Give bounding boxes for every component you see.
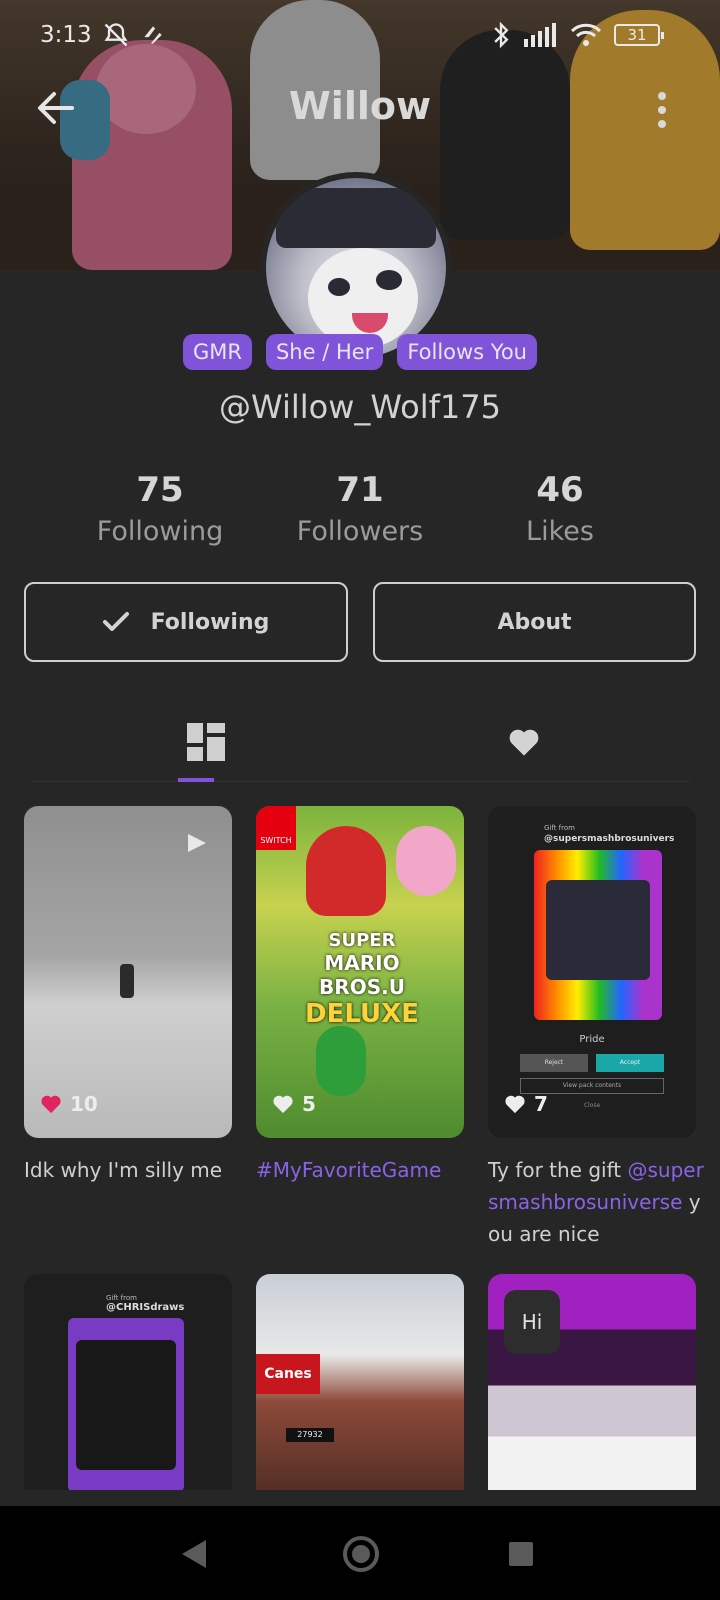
profile-stats: 75 Following 71 Followers 46 Likes (60, 470, 660, 547)
post-likes: 10 (40, 1092, 98, 1116)
heart-icon (505, 1095, 525, 1114)
play-icon (188, 834, 206, 852)
game-title-line-3: DELUXE (305, 999, 419, 1029)
post-likes-count: 10 (70, 1092, 98, 1116)
content-tabs (30, 700, 690, 782)
tab-posts[interactable] (176, 712, 236, 772)
gift-from-label: Gift from (544, 824, 575, 832)
grid-icon (187, 723, 225, 761)
about-button[interactable]: About (373, 582, 696, 662)
stat-following-label: Following (96, 516, 224, 547)
stat-following-value: 75 (136, 470, 184, 510)
mario-figure (306, 826, 386, 916)
tag-follows-you: Follows You (397, 334, 537, 370)
peach-figure (396, 826, 456, 896)
luigi-figure (316, 1026, 366, 1096)
heart-icon (273, 1095, 293, 1114)
status-time: 3:13 (40, 22, 92, 48)
gift-from-label: Gift from (106, 1294, 137, 1302)
avatar-eye-right (376, 270, 402, 290)
gift-from-user: @supersmashbrosunivers (544, 834, 675, 844)
reject-button: Reject (520, 1054, 588, 1072)
mute-icon (104, 23, 128, 47)
about-button-label: About (497, 609, 572, 635)
profile-handle: @Willow_Wolf175 (219, 388, 501, 426)
tab-indicator (178, 778, 214, 782)
post-likes-count: 7 (534, 1092, 548, 1116)
store-number: 27932 (286, 1428, 334, 1442)
post-thumbnail[interactable]: Gift from @supersmashbrosunivers Pride R… (488, 806, 696, 1138)
system-nav-bar (0, 1506, 720, 1600)
post-thumbnail[interactable]: 10 (24, 806, 232, 1138)
heart-icon (509, 729, 539, 756)
following-button-label: Following (150, 609, 270, 635)
pack-name: Pride (579, 1034, 605, 1045)
avatar-face (308, 248, 418, 348)
profile-tags: GMR She / Her Follows You (0, 334, 720, 370)
stat-followers[interactable]: 71 Followers (260, 470, 460, 547)
avatar-eye-left (328, 278, 350, 296)
nav-recents-icon[interactable] (509, 1542, 533, 1566)
post-figure (120, 964, 134, 998)
game-title-art: SUPER MARIO BROS.U DELUXE (282, 930, 442, 1029)
post-caption-text: Ty for the gift (488, 1158, 628, 1182)
stat-following[interactable]: 75 Following (60, 470, 260, 547)
post-likes: 5 (272, 1092, 316, 1116)
post-caption: Idk why I'm silly me (24, 1154, 234, 1186)
heart-icon (41, 1095, 61, 1114)
tag-gmr: GMR (182, 334, 252, 370)
post-caption: #MyFavoriteGame (256, 1154, 476, 1186)
bottom-fade (0, 1490, 720, 1506)
stat-followers-label: Followers (296, 516, 424, 547)
post-likes: 7 (504, 1092, 548, 1116)
post-caption-text: Idk why I'm silly me (24, 1158, 223, 1182)
avatar-hair (276, 188, 436, 248)
more-vert-icon[interactable] (656, 92, 668, 128)
cell-signal-icon (524, 23, 556, 47)
tab-liked[interactable] (494, 712, 554, 772)
post-likes-count: 5 (302, 1092, 316, 1116)
wifi-icon (570, 23, 602, 46)
accept-button: Accept (596, 1054, 664, 1072)
stat-likes: 46 Likes (460, 470, 660, 547)
status-bar: 3:13 31 (40, 18, 664, 52)
game-title-line-2: MARIO BROS.U (319, 951, 405, 999)
battery-icon: 31 (614, 24, 664, 46)
post-thumbnail[interactable]: Gift from @CHRISdraws (24, 1274, 232, 1506)
signal-app-icon (143, 26, 162, 44)
tag-pronouns: She / Her (265, 334, 384, 370)
stat-followers-value: 71 (336, 470, 384, 510)
text-bubble: Hi (504, 1290, 560, 1354)
battery-level: 31 (627, 26, 647, 44)
nav-back-icon[interactable] (182, 1540, 206, 1568)
post-thumbnail[interactable]: Hi (488, 1274, 696, 1506)
restaurant-sign: Canes (256, 1354, 320, 1394)
stat-likes-label: Likes (526, 516, 594, 547)
post-hashtag[interactable]: #MyFavoriteGame (256, 1158, 441, 1182)
nav-home-icon[interactable] (343, 1536, 379, 1572)
gift-from-user: @CHRISdraws (106, 1302, 185, 1313)
stat-likes-value: 46 (536, 470, 584, 510)
game-title-line-1: SUPER (328, 930, 396, 951)
post-thumbnail[interactable]: Canes 27932 (256, 1274, 464, 1506)
following-button[interactable]: Following (24, 582, 348, 662)
page-title: Willow (288, 84, 432, 128)
check-icon (102, 612, 129, 631)
switch-badge: SWITCH (256, 806, 296, 850)
pride-pack-art (534, 850, 662, 1020)
post-thumbnail[interactable]: SWITCH SUPER MARIO BROS.U DELUXE 5 (256, 806, 464, 1138)
post-caption: Ty for the gift @supersmashbrosuniverse … (488, 1154, 704, 1250)
sticker-pack-art (68, 1318, 184, 1492)
bluetooth-icon (494, 21, 509, 49)
